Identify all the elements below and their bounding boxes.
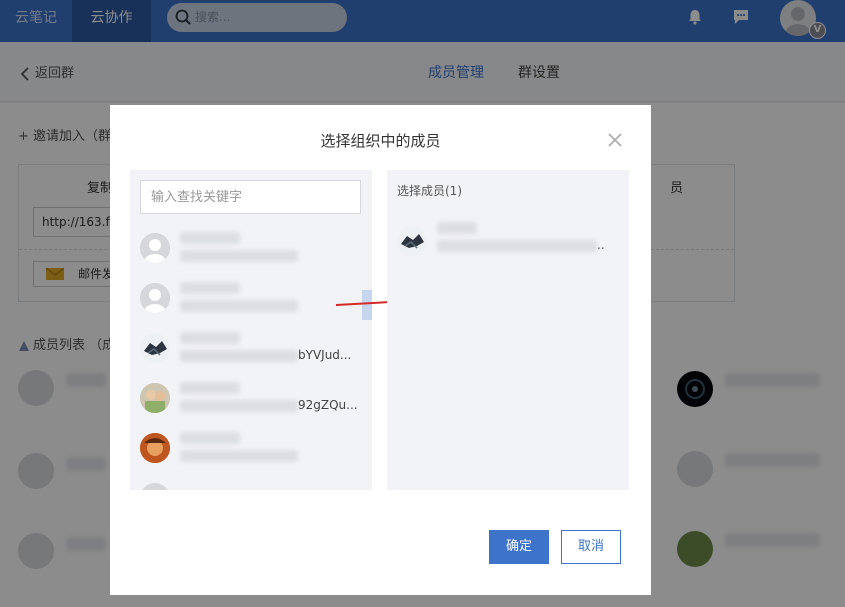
- confirm-button[interactable]: 确定: [489, 530, 549, 564]
- member-id-blurred: [180, 400, 298, 412]
- selected-members-pane: 选择成员(1) ..: [387, 170, 629, 490]
- list-item[interactable]: 92gZQu...: [130, 378, 372, 428]
- select-members-dialog: 选择组织中的成员 输入查找关键字 bYVJud... 92gZQu... 选择成…: [110, 105, 651, 595]
- member-avatar: [140, 483, 170, 490]
- member-name-blurred: [180, 282, 240, 294]
- member-avatar: [140, 383, 170, 413]
- list-item[interactable]: bYVJud...: [130, 328, 372, 378]
- member-name-blurred: [180, 332, 240, 344]
- close-icon[interactable]: [608, 133, 622, 147]
- member-avatar: [140, 233, 170, 263]
- member-avatar: [140, 283, 170, 313]
- cancel-button[interactable]: 取消: [561, 530, 621, 564]
- dialog-title: 选择组织中的成员: [320, 132, 441, 150]
- member-id-suffix: bYVJud...: [298, 348, 352, 362]
- selected-member-id-blurred: [437, 240, 597, 252]
- person-icon: [140, 283, 170, 313]
- member-id-blurred: [180, 250, 298, 262]
- member-name-blurred: [180, 432, 240, 444]
- keyword-search-input[interactable]: [140, 180, 361, 214]
- horse-painting-avatar-image: [397, 226, 427, 256]
- selected-member-avatar[interactable]: [397, 226, 427, 256]
- people-photo-avatar-image: [140, 383, 170, 413]
- person-icon: [140, 233, 170, 263]
- selected-member-name-blurred: [437, 222, 477, 234]
- member-id-blurred: [180, 350, 298, 362]
- selected-count-label: 选择成员(1): [397, 184, 462, 198]
- member-avatar: [140, 433, 170, 463]
- member-id-blurred: [180, 450, 298, 462]
- selected-member-ellipsis: ..: [597, 238, 605, 252]
- member-name-blurred: [180, 382, 240, 394]
- member-name-blurred: [180, 232, 240, 244]
- member-id-suffix: 92gZQu...: [298, 398, 358, 412]
- list-item[interactable]: [130, 228, 372, 278]
- horse-painting-avatar-image: [140, 333, 170, 363]
- candidate-list-pane: bYVJud... 92gZQu...: [130, 170, 372, 490]
- list-item[interactable]: [130, 428, 372, 478]
- list-item[interactable]: [130, 478, 372, 490]
- member-avatar: [140, 333, 170, 363]
- person-photo-avatar-image: [140, 433, 170, 463]
- member-id-blurred: [180, 300, 298, 312]
